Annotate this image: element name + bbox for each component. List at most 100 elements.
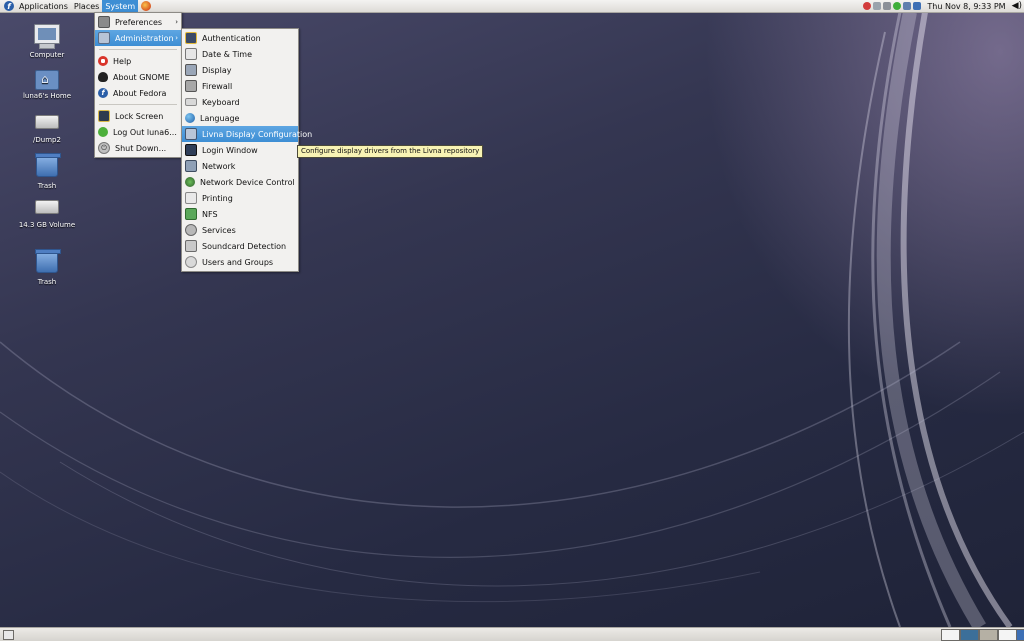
soundcard-icon xyxy=(185,240,197,252)
desktop-icon-label: Trash xyxy=(37,278,57,286)
admin-item-language[interactable]: Language xyxy=(182,110,298,126)
menu-item-label: Firewall xyxy=(202,81,233,91)
preferences-icon xyxy=(98,16,110,28)
menu-item-label: Help xyxy=(113,56,132,66)
menu-item-label: Lock Screen xyxy=(115,111,164,121)
battery-icon[interactable] xyxy=(903,2,912,10)
admin-item-keyboard[interactable]: Keyboard xyxy=(182,94,298,110)
admin-item-users-and-groups[interactable]: Users and Groups xyxy=(182,254,298,270)
admin-item-printing[interactable]: Printing xyxy=(182,190,298,206)
date-time-icon xyxy=(185,48,197,60)
desktop-icon-label: luna6's Home xyxy=(22,92,72,100)
computer-icon xyxy=(34,24,60,44)
admin-item-authentication[interactable]: Authentication xyxy=(182,30,298,46)
lock-screen-icon xyxy=(98,110,110,122)
desktop-icon-home[interactable]: luna6's Home xyxy=(12,70,82,100)
workspace-1[interactable] xyxy=(941,629,960,641)
menu-item-label: Network Device Control xyxy=(200,177,295,187)
desktop-icon-trash[interactable]: Trash xyxy=(12,153,82,190)
admin-item-soundcard-detection[interactable]: Soundcard Detection xyxy=(182,238,298,254)
menu-item-label: Keyboard xyxy=(202,97,240,107)
menu-item-lock-screen[interactable]: Lock Screen xyxy=(95,108,181,124)
system-dropdown-menu: Preferences › Administration › Help Abou… xyxy=(94,12,182,158)
administration-icon xyxy=(98,32,110,44)
network-device-icon xyxy=(185,177,195,187)
menu-item-label: Date & Time xyxy=(202,49,253,59)
menu-item-label: Livna Display Configuration xyxy=(202,129,313,139)
desktop-icon-label: Computer xyxy=(29,51,65,59)
menu-item-administration[interactable]: Administration › xyxy=(95,30,181,46)
clock[interactable]: Thu Nov 8, 9:33 PM xyxy=(923,2,1009,11)
update-icon[interactable] xyxy=(893,2,902,10)
show-desktop-icon[interactable] xyxy=(3,630,14,640)
menu-item-label: Display xyxy=(202,65,232,75)
drive-icon xyxy=(35,115,59,129)
drive-icon xyxy=(35,200,59,214)
menu-item-about-fedora[interactable]: f About Fedora xyxy=(95,85,181,101)
menu-item-label: Services xyxy=(202,225,236,235)
menu-item-label: Shut Down... xyxy=(115,143,167,153)
fedora-icon: f xyxy=(98,88,108,98)
menu-item-about-gnome[interactable]: About GNOME xyxy=(95,69,181,85)
users-groups-icon xyxy=(185,256,197,268)
admin-item-firewall[interactable]: Firewall xyxy=(182,78,298,94)
menu-item-label: NFS xyxy=(202,209,218,219)
menu-item-label: Authentication xyxy=(202,33,261,43)
menu-item-label: Printing xyxy=(202,193,233,203)
desktop-icon-dump2[interactable]: /Dump2 xyxy=(12,111,82,144)
menu-item-label: Log Out luna6... xyxy=(113,127,177,137)
desktop-icon-volume[interactable]: 14.3 GB Volume xyxy=(12,196,82,229)
menu-item-help[interactable]: Help xyxy=(95,53,181,69)
desktop-icon-computer[interactable]: Computer xyxy=(12,24,82,59)
admin-item-display[interactable]: Display xyxy=(182,62,298,78)
menu-item-log-out[interactable]: Log Out luna6... xyxy=(95,124,181,140)
keyboard-tray-icon[interactable] xyxy=(883,2,892,10)
trash-applet-icon[interactable] xyxy=(1016,629,1024,641)
printer-icon xyxy=(185,192,197,204)
trash-icon xyxy=(35,153,61,177)
workspace-4[interactable] xyxy=(998,629,1017,641)
places-menu[interactable]: Places xyxy=(71,0,102,12)
admin-item-network-device-control[interactable]: Network Device Control xyxy=(182,174,298,190)
computer-icon-stand xyxy=(39,44,55,49)
nfs-icon xyxy=(185,208,197,220)
desktop-icon-label: /Dump2 xyxy=(33,136,61,144)
admin-item-date-time[interactable]: Date & Time xyxy=(182,46,298,62)
fedora-logo-icon[interactable]: f xyxy=(4,1,14,11)
firefox-launcher-icon[interactable] xyxy=(141,1,152,11)
menu-item-preferences[interactable]: Preferences › xyxy=(95,14,181,30)
volume-icon[interactable]: ◀) xyxy=(1012,1,1022,11)
display-icon xyxy=(185,64,197,76)
system-menu[interactable]: System xyxy=(102,0,139,12)
admin-item-login-window[interactable]: Login Window xyxy=(182,142,298,158)
menu-item-label: Soundcard Detection xyxy=(202,241,287,251)
admin-item-network[interactable]: Network xyxy=(182,158,298,174)
admin-item-services[interactable]: Services xyxy=(182,222,298,238)
menu-item-label: Administration xyxy=(115,33,174,43)
services-gear-icon xyxy=(185,224,197,236)
chevron-right-icon: › xyxy=(175,34,178,42)
display-tray-icon[interactable] xyxy=(913,2,922,10)
workspace-2[interactable] xyxy=(960,629,979,641)
gnome-foot-icon xyxy=(98,72,108,82)
login-window-icon xyxy=(185,144,197,156)
alert-icon[interactable] xyxy=(863,2,872,10)
applications-menu[interactable]: Applications xyxy=(16,0,71,12)
chevron-right-icon: › xyxy=(175,18,178,26)
notification-area: Thu Nov 8, 9:33 PM ◀) xyxy=(863,0,1024,12)
admin-item-livna-display-configuration[interactable]: Livna Display Configuration xyxy=(182,126,312,142)
menu-separator xyxy=(99,49,177,50)
workspace-3[interactable] xyxy=(979,629,998,641)
home-folder-icon xyxy=(35,70,59,90)
bottom-panel xyxy=(0,627,1024,641)
language-globe-icon xyxy=(185,113,195,123)
desktop-icon-trash-2[interactable]: Trash xyxy=(12,249,82,286)
admin-item-nfs[interactable]: NFS xyxy=(182,206,298,222)
log-out-icon xyxy=(98,127,108,137)
livna-display-icon xyxy=(185,128,197,140)
menu-item-label: About GNOME xyxy=(113,72,170,82)
firewall-icon xyxy=(185,80,197,92)
menu-item-shut-down[interactable]: ⏻ Shut Down... xyxy=(95,140,181,156)
menu-item-label: About Fedora xyxy=(113,88,167,98)
network-tray-icon[interactable] xyxy=(873,2,882,10)
